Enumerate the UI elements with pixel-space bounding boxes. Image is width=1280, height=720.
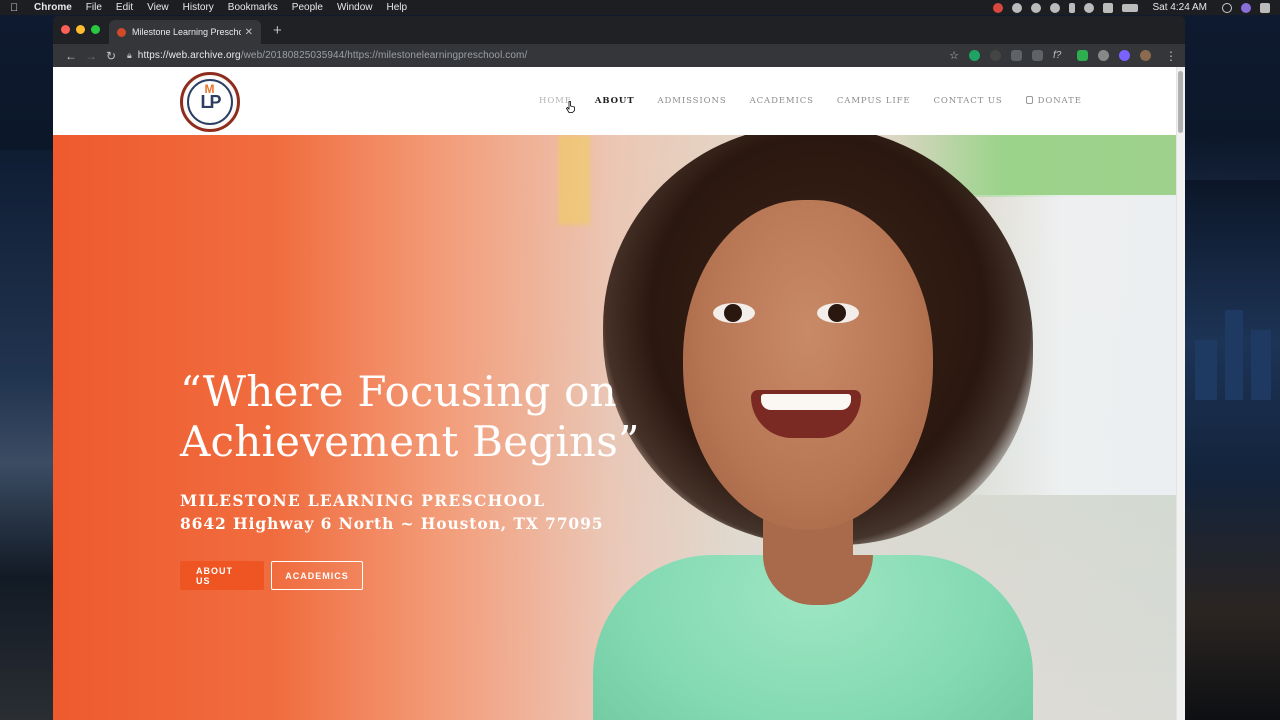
bluetooth-icon[interactable] xyxy=(1068,2,1075,13)
page-scrollbar[interactable] xyxy=(1176,67,1185,720)
hero-banner: “Where Focusing on Achievement Begins” M… xyxy=(53,135,1176,720)
page-viewport: M LP HOME ABOUT ADMISSIONS ACADEMICS CAM… xyxy=(53,67,1185,720)
menu-app-name[interactable]: Chrome xyxy=(34,2,72,13)
donate-icon xyxy=(1025,96,1033,104)
new-tab-button[interactable]: + xyxy=(273,22,282,39)
hero-headline: “Where Focusing on Achievement Begins” xyxy=(180,367,700,467)
logo-monogram: M LP xyxy=(200,82,221,113)
menu-view[interactable]: View xyxy=(147,2,169,13)
hero-text-block: “Where Focusing on Achievement Begins” M… xyxy=(180,367,700,590)
green-extension-icon[interactable] xyxy=(1077,50,1088,61)
menu-people[interactable]: People xyxy=(292,2,323,13)
school-logo[interactable]: M LP xyxy=(180,72,240,132)
extension-icon[interactable] xyxy=(990,50,1001,61)
nav-donate-label: DONATE xyxy=(1037,96,1082,106)
academics-button[interactable]: ACADEMICS xyxy=(271,561,363,590)
window-controls xyxy=(61,25,100,34)
spotlight-search-icon[interactable] xyxy=(1222,2,1232,13)
siri-icon[interactable] xyxy=(1241,2,1251,13)
school-address: 8642 Highway 6 North ~ Houston, TX 77095 xyxy=(180,514,604,533)
apple-icon[interactable]:  xyxy=(10,2,20,14)
camera-extension-icon[interactable] xyxy=(1032,50,1043,61)
address-bar[interactable]: https://web.archive.org/web/201808250359… xyxy=(138,50,528,61)
logo-m: M xyxy=(204,81,214,96)
nav-donate[interactable]: DONATE xyxy=(1025,96,1082,106)
menu-bookmarks[interactable]: Bookmarks xyxy=(228,2,278,13)
browser-tab-active[interactable]: Milestone Learning Preschool | ✕ xyxy=(109,20,261,44)
menu-help[interactable]: Help xyxy=(387,2,408,13)
hero-headline-line1: “Where Focusing on xyxy=(180,367,617,416)
menu-history[interactable]: History xyxy=(183,2,214,13)
hero-headline-line2: Achievement Begins” xyxy=(180,417,640,466)
reload-icon[interactable]: ↻ xyxy=(101,49,121,63)
profile-avatar[interactable] xyxy=(1140,50,1151,61)
close-window-button[interactable] xyxy=(61,25,70,34)
nav-academics[interactable]: ACADEMICS xyxy=(750,96,814,106)
browser-window: Milestone Learning Preschool | ✕ + ← → ↻… xyxy=(53,16,1185,720)
nav-contact-us[interactable]: CONTACT US xyxy=(934,96,1003,106)
bookmark-star-icon[interactable]: ☆ xyxy=(949,49,959,62)
sync-icon[interactable] xyxy=(1030,2,1041,13)
forward-arrow-icon[interactable]: → xyxy=(81,49,101,63)
menu-file[interactable]: File xyxy=(86,2,102,13)
photo-eye-right xyxy=(817,303,859,323)
desktop-wallpaper-left xyxy=(0,150,53,720)
menu-edit[interactable]: Edit xyxy=(116,2,133,13)
main-navigation: HOME ABOUT ADMISSIONS ACADEMICS CAMPUS L… xyxy=(539,96,1105,106)
wifi-icon[interactable] xyxy=(1083,2,1094,13)
scrollbar-thumb[interactable] xyxy=(1178,71,1183,133)
nav-campus-life[interactable]: CAMPUS LIFE xyxy=(837,96,911,106)
tab-strip: Milestone Learning Preschool | ✕ + xyxy=(53,16,1185,44)
volume-icon[interactable] xyxy=(1102,2,1113,13)
photo-face xyxy=(683,200,933,530)
browser-toolbar: ← → ↻ 🔒︎ https://web.archive.org/web/201… xyxy=(53,44,1185,67)
site-header: M LP HOME ABOUT ADMISSIONS ACADEMICS CAM… xyxy=(53,67,1176,135)
zoom-window-button[interactable] xyxy=(91,25,100,34)
hero-buttons: ABOUT US ACADEMICS xyxy=(180,561,700,590)
photo-eye-left xyxy=(713,303,755,323)
creative-cloud-icon[interactable] xyxy=(1011,2,1022,13)
school-name: MILESTONE LEARNING PRESCHOOL xyxy=(180,491,546,510)
hand-cursor-icon xyxy=(566,101,575,113)
site-favicon-icon xyxy=(117,27,126,37)
status-app-icon[interactable] xyxy=(992,2,1003,13)
nav-admissions[interactable]: ADMISSIONS xyxy=(657,96,726,106)
facebook-extension-icon[interactable] xyxy=(1011,50,1022,61)
desktop-wallpaper-right xyxy=(1185,180,1280,720)
lock-icon[interactable]: 🔒︎ xyxy=(127,50,132,61)
grammarly-extension-icon[interactable] xyxy=(969,50,980,61)
menu-clock[interactable]: Sat 4:24 AM xyxy=(1153,2,1207,13)
purple-extension-icon[interactable] xyxy=(1119,50,1130,61)
nav-about[interactable]: ABOUT xyxy=(595,96,635,106)
more-menu-icon[interactable]: ⋮ xyxy=(1165,49,1177,63)
mac-menu-bar:  Chrome File Edit View History Bookmark… xyxy=(0,0,1280,15)
back-arrow-icon[interactable]: ← xyxy=(61,49,81,63)
url-path: /web/20180825035944/https://milestonelea… xyxy=(240,50,528,61)
shield-extension-icon[interactable] xyxy=(1098,50,1109,61)
notification-center-icon[interactable] xyxy=(1260,2,1270,13)
url-host: https://web.archive.org xyxy=(137,50,241,61)
minimize-window-button[interactable] xyxy=(76,25,85,34)
font-extension-icon[interactable]: f? xyxy=(1053,50,1067,61)
extensions-area: ☆ f? ⋮ xyxy=(949,49,1177,63)
battery-icon[interactable] xyxy=(1121,3,1138,12)
about-us-button[interactable]: ABOUT US xyxy=(180,561,264,590)
close-tab-icon[interactable]: ✕ xyxy=(245,27,253,38)
menu-window[interactable]: Window xyxy=(337,2,373,13)
lightbulb-icon[interactable] xyxy=(1049,2,1060,13)
tab-title: Milestone Learning Preschool | xyxy=(132,27,241,37)
